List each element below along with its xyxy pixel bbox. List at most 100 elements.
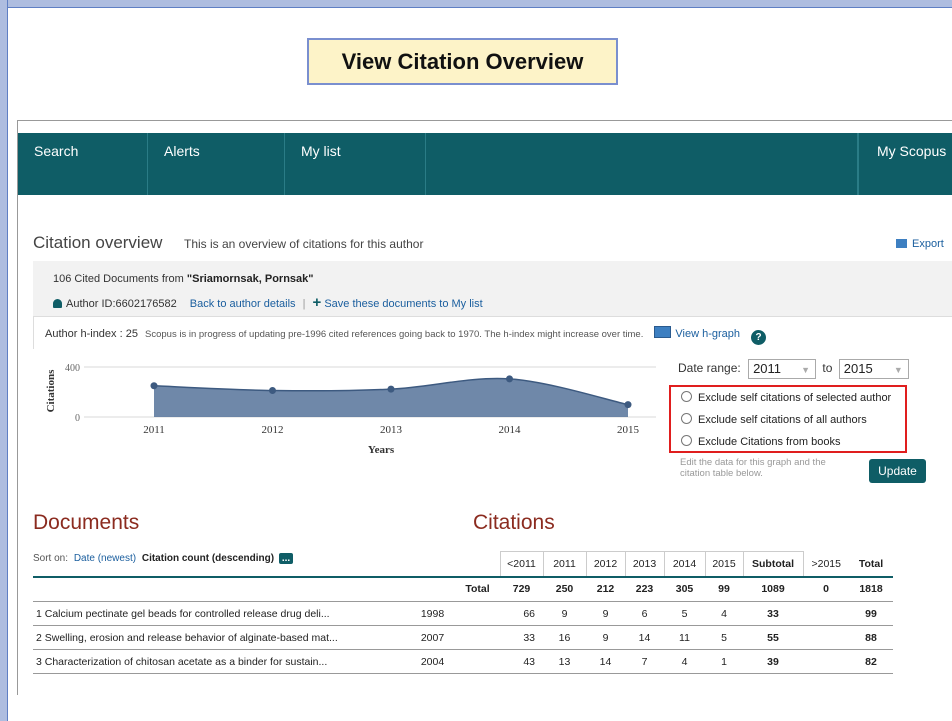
subtotal-cell: 33 [743, 601, 803, 626]
col-header: 2012 [585, 551, 626, 578]
radio-icon[interactable] [681, 391, 692, 402]
date-to-select[interactable]: 2015 ▼ [838, 359, 909, 379]
cited-documents-line: 106 Cited Documents from "Sriamornsak, P… [53, 273, 314, 285]
to-label: to [822, 361, 833, 376]
nav-my-scopus[interactable]: My Scopus [858, 133, 952, 195]
table-cell: 4 [664, 649, 705, 674]
documents-heading: Documents [33, 511, 140, 534]
total-cell: 0 [803, 576, 849, 602]
nav-alerts[interactable]: Alerts [148, 133, 285, 195]
total-cell: 99 [849, 601, 893, 626]
table-cell: 7 [625, 649, 664, 674]
x-tick-label: 2013 [380, 424, 403, 436]
export-icon [896, 239, 907, 248]
hindex-label: Author h-index : 25 [45, 328, 138, 340]
cited-prefix: 106 Cited Documents from [53, 273, 187, 285]
slide-title: View Citation Overview [307, 38, 618, 85]
document-year: 2004 [410, 649, 455, 674]
date-range-label: Date range: [678, 361, 741, 376]
more-sort-button[interactable]: ... [278, 553, 294, 564]
separator: | [302, 298, 306, 310]
y-tick-label: 400 [65, 363, 80, 374]
save-to-list-link[interactable]: Save these documents to My list [324, 298, 482, 310]
table-cell: 14 [586, 649, 625, 674]
exclude-self-author-option[interactable]: Exclude self citations of selected autho… [681, 391, 891, 404]
nav-search[interactable]: Search [18, 133, 148, 195]
total-cell: 82 [849, 649, 893, 674]
total-cell: 212 [586, 576, 625, 602]
back-to-author-link[interactable]: Back to author details [190, 298, 296, 310]
chevron-down-icon: ▼ [893, 365, 903, 375]
author-id: Author ID:6602176582 [66, 298, 177, 310]
radio-icon[interactable] [681, 413, 692, 424]
table-row: 1 Calcium pectinate gel beads for contro… [33, 601, 893, 626]
col-header: 2014 [663, 551, 706, 578]
col-header: Total [849, 551, 893, 578]
top-nav: Search Alerts My list My Scopus [18, 133, 952, 195]
table-cell [803, 649, 849, 674]
update-button[interactable]: Update [869, 459, 926, 483]
x-tick-label: 2012 [262, 424, 284, 436]
x-tick-label: 2011 [143, 424, 165, 436]
col-header: 2015 [704, 551, 744, 578]
subtotal-cell: 55 [743, 625, 803, 650]
data-point [506, 375, 513, 383]
view-hgraph-link[interactable]: View h-graph [675, 328, 740, 340]
subtotal-cell: 39 [743, 649, 803, 674]
table-cell: 11 [664, 625, 705, 650]
data-point [624, 401, 632, 409]
exclude-books-option[interactable]: Exclude Citations from books [681, 435, 840, 448]
table-cell: 9 [586, 601, 625, 626]
plus-icon: + [312, 294, 322, 311]
col-header: >2015 [803, 551, 849, 578]
total-label: Total [455, 576, 500, 602]
table-cell: 14 [625, 625, 664, 650]
data-point [269, 387, 276, 394]
sort-by-count-label: Citation count (descending) [141, 553, 275, 564]
table-cell: 4 [705, 601, 743, 626]
document-title-link[interactable]: 3 Characterization of chitosan acetate a… [33, 649, 410, 674]
radio-icon[interactable] [681, 435, 692, 446]
document-title-link[interactable]: 1 Calcium pectinate gel beads for contro… [33, 601, 410, 626]
total-cell: 1818 [849, 576, 893, 602]
date-range-control: Date range: 2011 ▼ to 2015 ▼ [678, 359, 909, 379]
area-fill [154, 378, 628, 417]
document-year: 1998 [410, 601, 455, 626]
total-cell: 729 [500, 576, 543, 602]
hgraph-icon [654, 326, 672, 338]
hindex-row: Author h-index : 25 Scopus is in progres… [33, 316, 952, 349]
table-cell: 16 [543, 625, 586, 650]
sort-prefix: Sort on: [33, 553, 69, 564]
y-axis-label: Citations [45, 369, 57, 413]
y-tick-label: 0 [75, 413, 80, 424]
citations-heading: Citations [473, 511, 555, 534]
document-title-link[interactable]: 2 Swelling, erosion and release behavior… [33, 625, 410, 650]
total-cell: 305 [664, 576, 705, 602]
table-cell: 13 [543, 649, 586, 674]
x-tick-label: 2014 [499, 424, 522, 436]
table-cell: 6 [625, 601, 664, 626]
table-cell: 66 [500, 601, 543, 626]
citation-table: <2011 2011 2012 2013 2014 2015 Subtotal … [33, 551, 893, 674]
chevron-down-icon: ▼ [801, 365, 811, 375]
edit-note: Edit the data for this graph and the cit… [680, 457, 826, 479]
exclude-self-all-option[interactable]: Exclude self citations of all authors [681, 413, 867, 426]
date-from-select[interactable]: 2011 ▼ [748, 359, 817, 379]
table-row: 2 Swelling, erosion and release behavior… [33, 625, 893, 650]
table-cell: 1 [705, 649, 743, 674]
scopus-screenshot: Search Alerts My list My Scopus Citation… [17, 120, 952, 695]
sort-by-date-link[interactable]: Date (newest) [74, 553, 136, 564]
table-cell: 5 [705, 625, 743, 650]
nav-my-list[interactable]: My list [285, 133, 426, 195]
nav-spacer [426, 133, 858, 195]
citations-chart: 0 400 2011 2012 2013 2014 2015 Years Citations [45, 363, 656, 456]
table-cell [803, 601, 849, 626]
sort-controls: Sort on: Date (newest) Citation count (d… [33, 553, 294, 564]
table-cell: 33 [500, 625, 543, 650]
help-icon[interactable]: ? [751, 330, 767, 345]
export-label: Export [912, 238, 944, 250]
total-cell: 99 [705, 576, 743, 602]
person-icon [53, 299, 62, 308]
export-link[interactable]: Export [896, 238, 944, 250]
author-id-line: Author ID:6602176582 Back to author deta… [53, 294, 483, 311]
